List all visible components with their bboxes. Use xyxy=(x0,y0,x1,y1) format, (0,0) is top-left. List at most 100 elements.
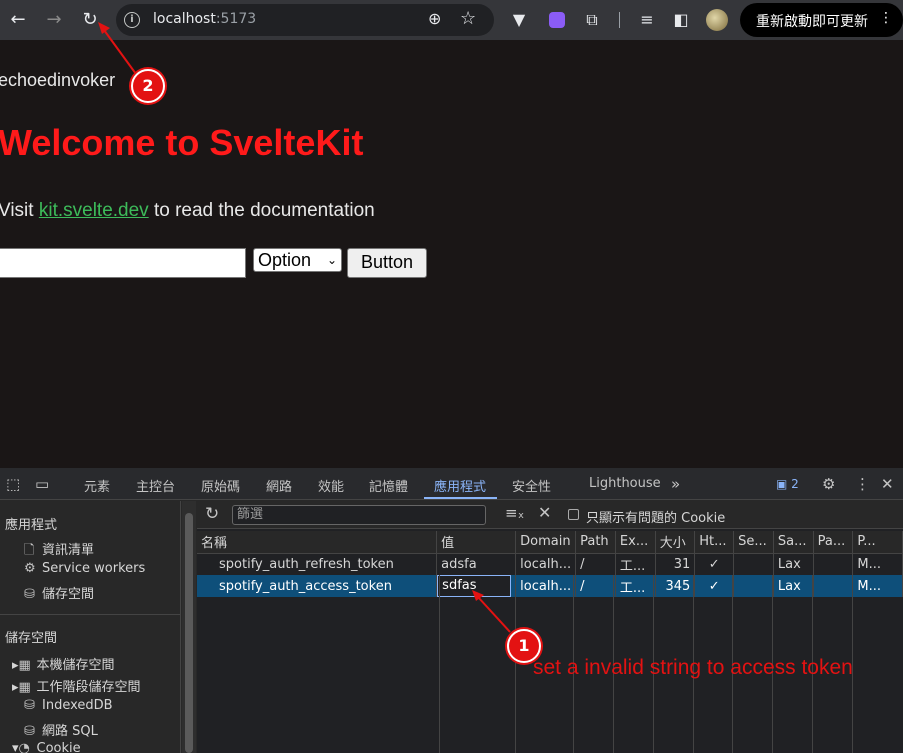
extensions-puzzle-icon[interactable]: ⧉ xyxy=(581,9,603,31)
table-header-row: 名稱 值 Domain Path Ex... 大小 Ht... Se... Sa… xyxy=(197,531,903,554)
column-httponly[interactable]: Ht... xyxy=(694,531,735,554)
tab-security[interactable]: 安全性 xyxy=(512,476,551,495)
column-divider xyxy=(515,575,516,753)
gears-icon: ⚙ xyxy=(24,561,36,576)
page-button[interactable]: Button xyxy=(347,248,427,278)
cookie-partition xyxy=(813,553,854,575)
sidebar-scrollbar[interactable] xyxy=(182,501,196,753)
url-text[interactable]: localhost:5173 xyxy=(153,11,256,27)
delete-selected-icon[interactable]: ✕ xyxy=(538,503,551,522)
address-bar[interactable]: i localhost:5173 ⊕ ☆ xyxy=(116,4,494,36)
application-sidebar: 應用程式 🗋 資訊清單 ⚙ Service workers ⛁ 儲存空間 儲存空間 ▸… xyxy=(0,501,181,753)
tab-application[interactable]: 應用程式 xyxy=(434,476,486,495)
table-row-selected[interactable]: spotify_auth_access_token sdfas localh..… xyxy=(197,575,903,597)
more-tabs-icon[interactable]: » xyxy=(671,475,680,493)
column-path[interactable]: Path xyxy=(575,531,616,554)
refresh-cookies-icon[interactable]: ↻ xyxy=(205,504,219,524)
cookie-priority: M... xyxy=(852,575,903,597)
cookie-domain: localh... xyxy=(515,553,577,575)
tab-memory[interactable]: 記憶體 xyxy=(369,476,408,495)
only-issues-label: 只顯示有問題的 Cookie xyxy=(586,511,726,526)
cookie-name: spotify_auth_access_token xyxy=(197,575,438,597)
cookie-filter-input[interactable]: 篩選 xyxy=(232,505,486,525)
column-expires[interactable]: Ex... xyxy=(615,531,656,554)
sidebar-item-manifest[interactable]: 🗋 資訊清單 xyxy=(24,539,94,563)
sidebar-item-web-sql[interactable]: ⛁ 網路 SQL xyxy=(24,720,98,739)
bookmark-star-icon[interactable]: ☆ xyxy=(460,8,476,29)
sidebar-item-session-storage[interactable]: ▸▦ 工作階段儲存空間 xyxy=(12,676,141,695)
clear-filtered-icon[interactable]: ≡ₓ xyxy=(505,504,524,522)
reload-icon[interactable]: ↻ xyxy=(79,9,101,31)
annotation-note: set a invalid string to access token xyxy=(533,656,853,679)
cookie-value-editor[interactable]: sdfas xyxy=(437,575,512,597)
toolbar-divider xyxy=(619,12,620,28)
tab-lighthouse[interactable]: Lighthouse xyxy=(589,476,661,491)
tab-console[interactable]: 主控台 xyxy=(136,476,175,495)
issues-badge[interactable]: ▣ 2 xyxy=(776,477,799,491)
cookie-icon: ◔ xyxy=(18,741,30,753)
site-info-icon[interactable]: i xyxy=(124,12,140,28)
forward-icon[interactable]: → xyxy=(43,9,65,31)
only-issues-checkbox[interactable] xyxy=(568,509,579,520)
cookie-path: / xyxy=(575,553,616,575)
menu-kebab-icon[interactable]: ⋮ xyxy=(879,10,893,26)
scrollbar-thumb[interactable] xyxy=(185,513,193,753)
side-panel-icon[interactable]: ◧ xyxy=(670,9,692,31)
tab-performance[interactable]: 效能 xyxy=(318,476,344,495)
cookie-expires: 工... xyxy=(615,575,656,597)
cookie-partition xyxy=(813,575,854,597)
column-value[interactable]: 值 xyxy=(436,531,517,554)
browser-toolbar: ← → ↻ i localhost:5173 ⊕ ☆ ▼ ⧉ ≡ ◧ 重新啟動即… xyxy=(0,0,903,40)
tab-network[interactable]: 網路 xyxy=(266,476,292,495)
sidebar-divider xyxy=(0,614,181,615)
cookie-value[interactable]: adsfa xyxy=(436,553,517,575)
database-icon: ⛁ xyxy=(24,724,35,739)
extension-purple-icon[interactable] xyxy=(549,12,565,28)
sidebar-item-local-storage[interactable]: ▸▦ 本機儲存空間 xyxy=(12,654,115,673)
column-partition-key[interactable]: Pa... xyxy=(813,531,854,554)
profile-avatar[interactable] xyxy=(706,9,728,31)
inspect-element-icon[interactable]: ⬚ xyxy=(6,475,20,493)
media-controls-icon[interactable]: ≡ xyxy=(636,9,658,31)
column-domain[interactable]: Domain xyxy=(515,531,577,554)
column-size[interactable]: 大小 xyxy=(655,531,696,554)
close-devtools-icon[interactable]: ✕ xyxy=(881,475,894,493)
zoom-icon[interactable]: ⊕ xyxy=(428,9,441,28)
cookie-expires: 工... xyxy=(615,553,656,575)
username-text: echoedinvoker xyxy=(0,70,116,90)
device-toolbar-icon[interactable]: ▭ xyxy=(35,475,49,493)
database-icon: ⛁ xyxy=(24,698,35,713)
column-samesite[interactable]: Sa... xyxy=(773,531,814,554)
cookie-name: spotify_auth_refresh_token xyxy=(197,553,438,575)
column-priority[interactable]: P... xyxy=(852,531,903,554)
tab-sources[interactable]: 原始碼 xyxy=(201,476,240,495)
more-options-icon[interactable]: ⋮ xyxy=(855,475,870,493)
column-name[interactable]: 名稱 xyxy=(197,531,438,554)
update-relaunch-button[interactable]: 重新啟動即可更新 ⋮ xyxy=(740,3,903,37)
text-input[interactable] xyxy=(0,248,246,278)
cookie-domain: localh... xyxy=(515,575,577,597)
docs-link[interactable]: kit.svelte.dev xyxy=(39,200,149,221)
cookie-size: 31 xyxy=(655,553,696,575)
sidebar-item-cookies[interactable]: ▾◔ Cookie xyxy=(12,741,81,753)
extension-v-icon[interactable]: ▼ xyxy=(508,9,530,31)
database-icon: ⛁ xyxy=(24,587,35,602)
visit-paragraph: Visit kit.svelte.dev to read the documen… xyxy=(0,200,375,221)
devtools-tabbar: ⬚ ▭ 元素 主控台 原始碼 網路 效能 記憶體 應用程式 安全性 Lighth… xyxy=(0,468,903,500)
cookie-value-cell[interactable]: sdfas xyxy=(436,575,517,597)
sidebar-item-storage[interactable]: ⛁ 儲存空間 xyxy=(24,583,94,602)
back-icon[interactable]: ← xyxy=(7,9,29,31)
option-select[interactable]: Option ⌄ xyxy=(253,248,342,272)
sidebar-section-application: 應用程式 xyxy=(5,518,58,533)
cookie-httponly: ✓ xyxy=(694,575,735,597)
tab-elements[interactable]: 元素 xyxy=(84,476,110,495)
settings-gear-icon[interactable]: ⚙ xyxy=(822,475,835,493)
active-tab-indicator xyxy=(424,497,497,499)
page-title: Welcome to SvelteKit xyxy=(0,122,364,163)
column-secure[interactable]: Se... xyxy=(733,531,774,554)
sidebar-item-indexeddb[interactable]: ⛁ IndexedDB xyxy=(24,698,113,713)
table-row[interactable]: spotify_auth_refresh_token adsfa localh.… xyxy=(197,553,903,575)
column-divider xyxy=(439,575,440,753)
cookie-priority: M... xyxy=(852,553,903,575)
sidebar-item-service-workers[interactable]: ⚙ Service workers xyxy=(24,561,145,576)
